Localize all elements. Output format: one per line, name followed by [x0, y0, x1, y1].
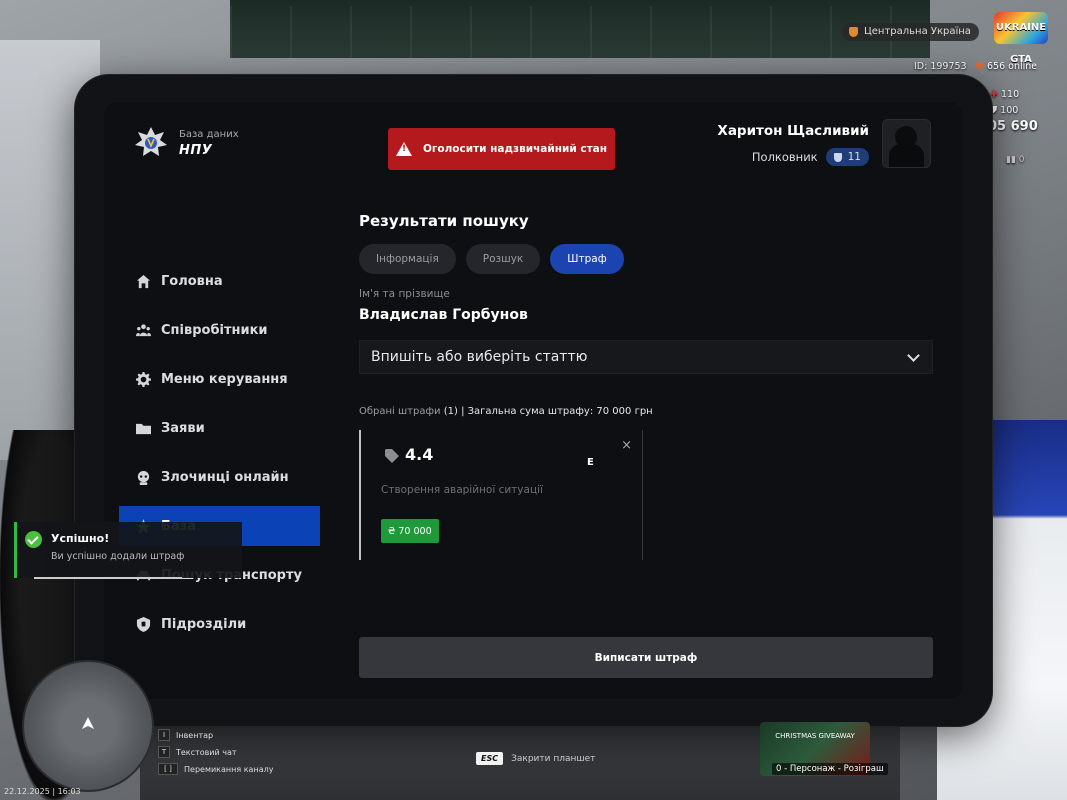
key-label: [ ] — [158, 763, 178, 775]
game-logo: UKRAINE GTA — [994, 12, 1048, 65]
sidebar-item-label: Головна — [161, 273, 223, 289]
health-value: 110 — [1001, 89, 1020, 100]
tab-information[interactable]: Інформація — [359, 244, 456, 274]
success-toast: Успішно! Ви успішно додали штраф — [14, 522, 242, 579]
key-hint-chat: T Текстовий чат — [158, 746, 237, 758]
key-action: Інвентар — [176, 730, 214, 740]
people-icon — [135, 322, 151, 338]
health: ✚ 110 — [990, 89, 1019, 100]
money: 05 690 — [988, 119, 1038, 134]
sidebar-item-label: Співробітники — [161, 322, 268, 338]
shield-icon — [135, 616, 151, 632]
check-circle-icon — [25, 531, 42, 548]
key-hint-inventory: I Інвентар — [158, 729, 213, 741]
wanted-value: 0 — [1018, 155, 1025, 165]
police-emblem-icon — [134, 126, 168, 160]
online-text: 656 online — [987, 61, 1038, 72]
key-action: Текстовий чат — [176, 747, 237, 757]
server-name: Центральна Україна — [864, 26, 971, 37]
esc-key: ESC — [476, 752, 504, 765]
key-hint-channel: [ ] Перемикання каналу — [158, 763, 273, 775]
chevron-down-icon — [907, 349, 920, 362]
server-badge: Центральна Україна — [842, 23, 979, 41]
cursor-letter: E — [587, 457, 594, 468]
fine-card: 4.4 × Створення аварійної ситуації ₴ 70 … — [359, 430, 643, 560]
close-icon[interactable]: × — [621, 438, 632, 453]
tab-fine[interactable]: Штраф — [550, 244, 624, 274]
online-count: 656 online — [976, 61, 1037, 72]
folder-icon — [135, 420, 151, 436]
sidebar-item-criminals-online[interactable]: Злочинці онлайн — [119, 457, 320, 497]
criminal-icon — [135, 469, 151, 485]
tab-wanted[interactable]: Розшук — [465, 244, 541, 274]
building — [230, 0, 930, 58]
sidebar-item-applications[interactable]: Заяви — [119, 408, 320, 448]
tablet-screen: База даних НПУ Оголосити надзвичайний ст… — [104, 102, 963, 699]
toast-message: Ви успішно додали штраф — [51, 551, 185, 562]
promo-caption: 0 - Персонаж - Розіграш — [772, 763, 888, 775]
sidebar-item-label: Підрозділи — [161, 616, 247, 632]
summary-prefix: Обрані штрафи — [359, 406, 441, 417]
name-value: Владислав Горбунов — [359, 307, 528, 323]
sidebar-item-label: Меню керування — [161, 371, 288, 387]
key-label: T — [158, 746, 170, 758]
gear-icon — [135, 371, 151, 387]
toast-title: Успішно! — [51, 532, 110, 545]
tag-icon — [385, 448, 399, 463]
article-select-placeholder: Впишіть або виберіть статтю — [371, 349, 588, 365]
name-label: Ім'я та прізвище — [359, 288, 450, 300]
brand-subtitle: База даних — [179, 128, 239, 140]
key-label: I — [158, 729, 170, 741]
brand: База даних НПУ — [134, 126, 239, 160]
heart-icon: ✚ — [990, 89, 998, 100]
sidebar-item-employees[interactable]: Співробітники — [119, 310, 320, 350]
shield-icon — [849, 27, 858, 37]
tablet: База даних НПУ Оголосити надзвичайний ст… — [75, 75, 992, 726]
sidebar-item-home[interactable]: Головна — [119, 261, 320, 301]
summary-count: (1) — [443, 406, 458, 417]
online-dot-icon — [976, 62, 983, 69]
sidebar-item-control-menu[interactable]: Меню керування — [119, 359, 320, 399]
issue-fine-button[interactable]: Виписати штраф — [359, 637, 933, 678]
esc-label: Закрити планшет — [511, 753, 596, 764]
sidebar-item-divisions[interactable]: Підрозділи — [119, 604, 320, 644]
datetime: 22.12.2025 | 16:03 — [4, 787, 81, 796]
player-id: ID: 199753 — [914, 61, 967, 72]
esc-hint: ESC Закрити планшет — [476, 752, 595, 765]
fines-summary: Обрані штрафи (1) | Загальна сума штрафу… — [359, 406, 653, 417]
tabs: Інформація Розшук Штраф — [359, 244, 634, 274]
summary-total: | Загальна сума штрафу: 70 000 грн — [461, 406, 653, 417]
sidebar-item-label: Заяви — [161, 420, 205, 436]
armor: ⛊ 100 — [990, 105, 1018, 116]
sidebar: Головна Співробітники Меню керування Зая… — [119, 261, 320, 653]
armor-value: 100 — [1000, 105, 1019, 116]
minimap — [22, 660, 154, 792]
main-panel: Результати пошуку Інформація Розшук Штра… — [359, 102, 933, 699]
page-title: Результати пошуку — [359, 212, 529, 230]
brand-title: НПУ — [179, 142, 213, 158]
home-icon — [135, 273, 151, 289]
key-action: Перемикання каналу — [184, 764, 274, 774]
sidebar-item-label: Злочинці онлайн — [161, 469, 289, 485]
wanted-level: ▮▮ 0 — [1006, 155, 1025, 165]
fine-amount-badge: ₴ 70 000 — [381, 519, 439, 543]
wanted-icon: ▮▮ — [1006, 155, 1016, 165]
article-select[interactable]: Впишіть або виберіть статтю — [359, 340, 933, 374]
toast-progress — [34, 577, 182, 579]
fine-code: 4.4 — [405, 445, 434, 464]
fine-description: Створення аварійної ситуації — [381, 484, 543, 496]
